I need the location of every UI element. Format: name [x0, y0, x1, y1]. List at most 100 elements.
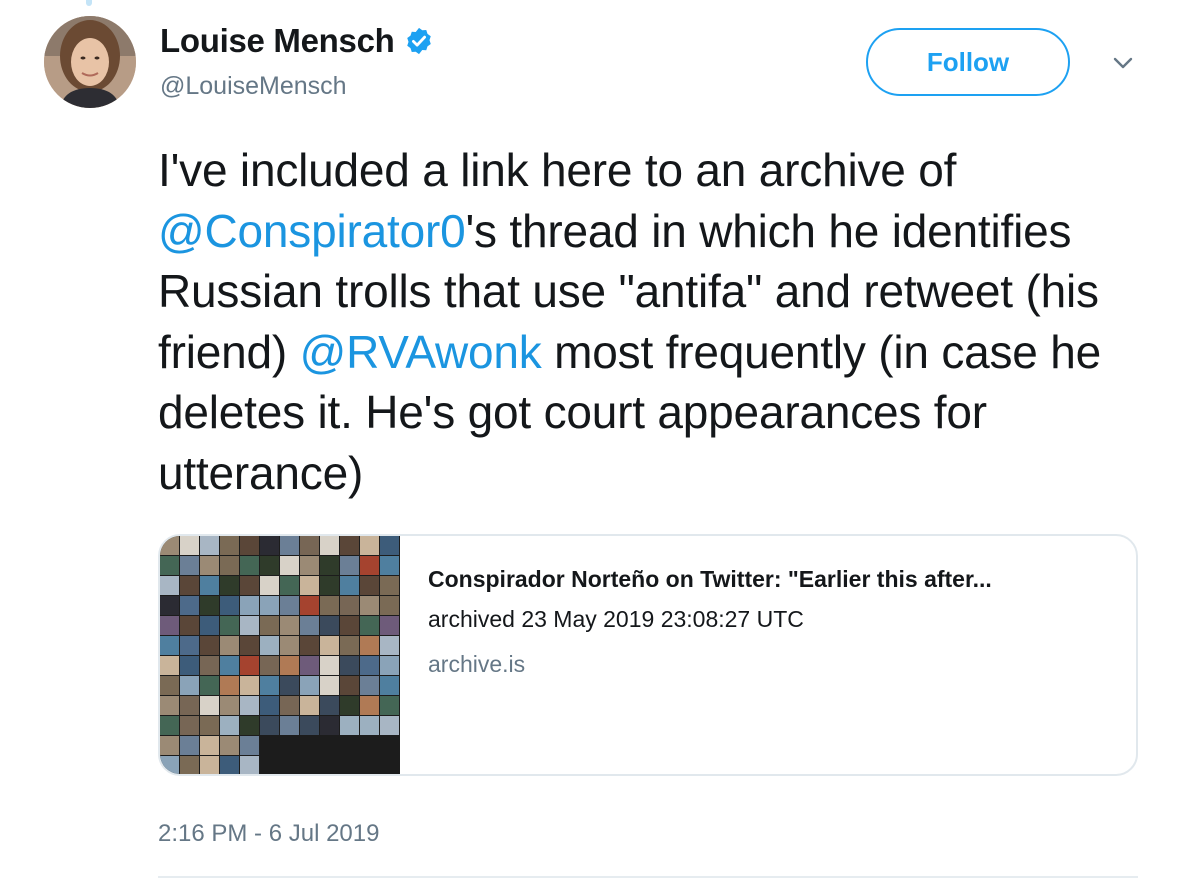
author-handle[interactable]: @LouiseMensch — [160, 72, 347, 101]
thumbnail-tile — [340, 616, 359, 635]
thumbnail-tile — [300, 536, 319, 555]
follow-button[interactable]: Follow — [866, 28, 1070, 96]
thumbnail-tile — [160, 716, 179, 735]
thumbnail-tile — [300, 596, 319, 615]
thumbnail-tile — [180, 716, 199, 735]
thumbnail-tile — [160, 756, 179, 774]
thumbnail-tile — [340, 556, 359, 575]
thumbnail-tile — [280, 576, 299, 595]
thumbnail-tile — [380, 696, 399, 715]
tweet: Louise Mensch @LouiseMensch Follow I've … — [0, 0, 1200, 882]
thumbnail-tile — [280, 596, 299, 615]
avatar[interactable] — [44, 16, 136, 108]
thumbnail-tile — [180, 556, 199, 575]
tweet-timestamp[interactable]: 2:16 PM - 6 Jul 2019 — [158, 820, 379, 848]
mention-link-conspirator0[interactable]: @Conspirator0 — [158, 205, 466, 257]
thumbnail-tile — [220, 756, 239, 774]
card-domain: archive.is — [428, 651, 526, 677]
thumbnail-tile — [200, 716, 219, 735]
thumbnail-tile — [180, 596, 199, 615]
thumbnail-tile — [300, 656, 319, 675]
thumbnail-tile — [320, 716, 339, 735]
thumbnail-tile — [280, 716, 299, 735]
thumbnail-tile — [220, 736, 239, 755]
thumbnail-tile — [240, 656, 259, 675]
thumbnail-tile — [160, 576, 179, 595]
thumbnail-tile — [200, 556, 219, 575]
thumbnail-tile — [160, 656, 179, 675]
thumbnail-tile — [200, 576, 219, 595]
thumbnail-tile — [380, 536, 399, 555]
thumbnail-tile — [220, 636, 239, 655]
thumbnail-tile — [200, 596, 219, 615]
thumbnail-tile — [160, 696, 179, 715]
thumbnail-tile — [260, 716, 279, 735]
thumbnail-tile — [340, 656, 359, 675]
thumbnail-tile — [180, 636, 199, 655]
thumbnail-tile — [160, 556, 179, 575]
thumbnail-tile — [320, 636, 339, 655]
thumbnail-tile — [260, 536, 279, 555]
tweet-text: I've included a link here to an archive … — [158, 140, 1168, 503]
thumbnail-tile — [220, 596, 239, 615]
author-name[interactable]: Louise Mensch — [160, 22, 434, 60]
thumbnail-tile — [260, 556, 279, 575]
thumbnail-tile — [300, 616, 319, 635]
thumbnail-tile — [160, 636, 179, 655]
thumbnail-tile — [360, 556, 379, 575]
thumbnail-tile — [200, 636, 219, 655]
thumbnail-tile — [220, 616, 239, 635]
thumbnail-tile — [260, 656, 279, 675]
thumbnail-tile — [180, 696, 199, 715]
thumbnail-tile — [240, 756, 259, 774]
thumbnail-tile — [320, 536, 339, 555]
thumbnail-tile — [200, 756, 219, 774]
thumbnail-tile — [320, 556, 339, 575]
thumbnail-tile — [340, 716, 359, 735]
thumbnail-tile — [280, 616, 299, 635]
thumbnail-tile — [240, 556, 259, 575]
thumbnail-tile — [260, 696, 279, 715]
card-title[interactable]: Conspirador Norteño on Twitter: "Earlier… — [428, 566, 1118, 593]
thumbnail-tile — [260, 576, 279, 595]
thumbnail-tile — [380, 636, 399, 655]
thumbnail-tile — [220, 556, 239, 575]
thumbnail-tile — [360, 696, 379, 715]
thumbnail-tile — [200, 676, 219, 695]
thumbnail-tile — [160, 596, 179, 615]
thumbnail-tile — [380, 716, 399, 735]
thumbnail-tile — [220, 716, 239, 735]
chevron-down-icon[interactable] — [1110, 52, 1136, 74]
thumbnail-tile — [260, 596, 279, 615]
thumbnail-tile — [280, 556, 299, 575]
thumbnail-tile — [160, 736, 179, 755]
mention-link-rvawonk[interactable]: @RVAwonk — [300, 326, 542, 378]
card-thumbnail[interactable] — [160, 536, 400, 774]
thumbnail-tile — [280, 536, 299, 555]
thumbnail-tile — [340, 576, 359, 595]
thumbnail-tile — [200, 616, 219, 635]
verified-badge-icon — [407, 27, 432, 55]
thumbnail-tile — [160, 676, 179, 695]
author-name-text[interactable]: Louise Mensch — [160, 22, 395, 60]
thumbnail-tile — [380, 676, 399, 695]
thumbnail-tile — [280, 656, 299, 675]
thumbnail-tile — [200, 696, 219, 715]
thumbnail-tile — [240, 536, 259, 555]
thumbnail-tile — [360, 536, 379, 555]
thumbnail-tile — [300, 556, 319, 575]
thumbnail-tile — [380, 616, 399, 635]
thumbnail-tile — [240, 636, 259, 655]
thumbnail-tile — [380, 556, 399, 575]
thumbnail-tile — [220, 656, 239, 675]
thumbnail-tile — [180, 616, 199, 635]
link-preview-card[interactable]: Conspirador Norteño on Twitter: "Earlier… — [158, 534, 1138, 776]
thumbnail-tile — [200, 536, 219, 555]
thumbnail-tile — [240, 576, 259, 595]
thumbnail-tile — [320, 656, 339, 675]
thumbnail-tile — [180, 536, 199, 555]
thumbnail-tile — [320, 696, 339, 715]
thumbnail-tile — [340, 676, 359, 695]
thumbnail-tile — [280, 636, 299, 655]
thumbnail-tile — [360, 636, 379, 655]
